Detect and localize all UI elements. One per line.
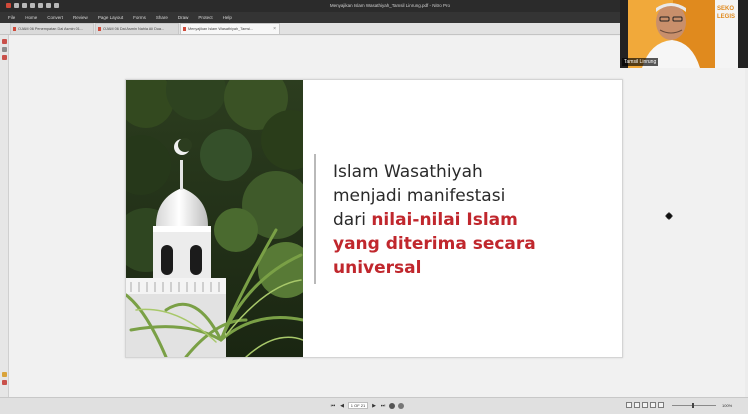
first-page-button[interactable]: ⏮ — [330, 403, 336, 409]
menu-help[interactable]: Help — [223, 15, 232, 20]
status-bar: ⏮ ◀ 1 OF 21 ▶ ⏭ 100% — [0, 397, 748, 414]
menu-convert[interactable]: Convert — [47, 15, 63, 20]
redo-icon[interactable] — [46, 3, 51, 8]
play-icon[interactable] — [389, 402, 395, 409]
left-panel — [0, 35, 9, 397]
menu-file[interactable]: File — [8, 15, 15, 20]
svg-text:SEKO: SEKO — [717, 6, 734, 12]
mouse-cursor-icon — [665, 212, 673, 220]
last-page-button[interactable]: ⏭ — [380, 403, 386, 409]
page-indicator[interactable]: 1 OF 21 — [348, 402, 368, 409]
mosque-minaret-photo — [126, 80, 303, 357]
quote-accent-line — [314, 154, 316, 284]
pdf-page: Islam Wasathiyah menjadi manifestasi dar… — [125, 79, 623, 358]
app-window: Menyajikan Islam Wasathiyah_Tamsil Linru… — [0, 0, 748, 414]
menu-home[interactable]: Home — [25, 15, 37, 20]
window-title: Menyajikan Islam Wasathiyah_Tamsil Linru… — [329, 3, 451, 8]
title-bar: Menyajikan Islam Wasathiyah_Tamsil Linru… — [0, 0, 620, 12]
view-tools: 100% — [626, 402, 732, 408]
previous-page-button[interactable]: ◀ — [339, 403, 345, 409]
print-icon[interactable] — [30, 3, 35, 8]
customize-icon[interactable] — [54, 3, 59, 8]
document-viewport[interactable]: Islam Wasathiyah menjadi manifestasi dar… — [9, 36, 745, 397]
menu-review[interactable]: Review — [73, 15, 88, 20]
svg-text:LEGIS: LEGIS — [717, 14, 735, 20]
document-tabs: OJAM 06 Penempatan Dai Asmin 01... OJAM … — [0, 23, 620, 35]
tab-document-2[interactable]: OJAM 06 Dai Asmin Nahla Ali Dua... — [95, 23, 179, 34]
page-navigation: ⏮ ◀ 1 OF 21 ▶ ⏭ — [330, 402, 404, 409]
next-page-button[interactable]: ▶ — [371, 403, 377, 409]
fit-page-icon[interactable] — [658, 402, 664, 408]
quote-line-3-highlight: nilai-nilai Islam — [371, 210, 518, 230]
zoom-thumb[interactable] — [692, 402, 694, 408]
participant-name-label: Tamsil Linrung — [622, 58, 659, 66]
menu-forms[interactable]: Forms — [133, 15, 146, 20]
zoom-level: 100% — [722, 402, 733, 408]
save-icon[interactable] — [22, 3, 27, 8]
menu-protect[interactable]: Protect — [198, 15, 212, 20]
quote-line-2: menjadi manifestasi — [333, 186, 506, 206]
participant-video: SEKO LEGIS Tamsil Linrung — [620, 0, 748, 68]
fit-width-icon[interactable] — [650, 402, 656, 408]
tab-label: Menyajikan Islam Wasathiyah_Tamsi... — [188, 27, 254, 31]
close-tab-icon[interactable]: × — [273, 26, 276, 32]
pdf-icon — [183, 27, 186, 31]
app-logo-icon — [6, 3, 11, 8]
menu-share[interactable]: Share — [156, 15, 168, 20]
tab-label: OJAM 06 Penempatan Dai Asmin 01... — [18, 27, 84, 31]
quick-access-toolbar — [6, 3, 59, 8]
quote-line-1: Islam Wasathiyah — [333, 162, 483, 182]
quote-line-5: universal — [333, 258, 422, 278]
tab-document-1[interactable]: OJAM 06 Penempatan Dai Asmin 01... — [10, 23, 94, 34]
quote-line-3-plain: dari — [333, 210, 372, 230]
output-panel-icon[interactable] — [2, 380, 7, 385]
stop-icon[interactable] — [398, 402, 404, 409]
menu-page-layout[interactable]: Page Layout — [98, 15, 123, 20]
quote-line-4: yang diterima secara — [333, 234, 536, 254]
pdf-icon — [13, 27, 16, 31]
zoom-slider[interactable] — [672, 402, 716, 408]
tab-label: OJAM 06 Dai Asmin Nahla Ali Dua... — [103, 27, 165, 31]
menu-bar: File Home Convert Review Page Layout For… — [0, 12, 620, 23]
tab-document-3[interactable]: Menyajikan Islam Wasathiyah_Tamsi... × — [180, 23, 280, 34]
undo-icon[interactable] — [38, 3, 43, 8]
open-icon[interactable] — [14, 3, 19, 8]
bookmarks-panel-icon[interactable] — [2, 47, 7, 52]
attachments-panel-icon[interactable] — [2, 55, 7, 60]
single-page-view-icon[interactable] — [626, 402, 632, 408]
quote-line-3: dari nilai-nilai Islam — [333, 208, 623, 232]
facing-view-icon[interactable] — [642, 402, 648, 408]
slide-quote: Islam Wasathiyah menjadi manifestasi dar… — [333, 160, 623, 280]
pdf-icon — [98, 27, 101, 31]
comments-panel-icon[interactable] — [2, 372, 7, 377]
menu-draw[interactable]: Draw — [178, 15, 189, 20]
pages-panel-icon[interactable] — [2, 39, 7, 44]
continuous-view-icon[interactable] — [634, 402, 640, 408]
